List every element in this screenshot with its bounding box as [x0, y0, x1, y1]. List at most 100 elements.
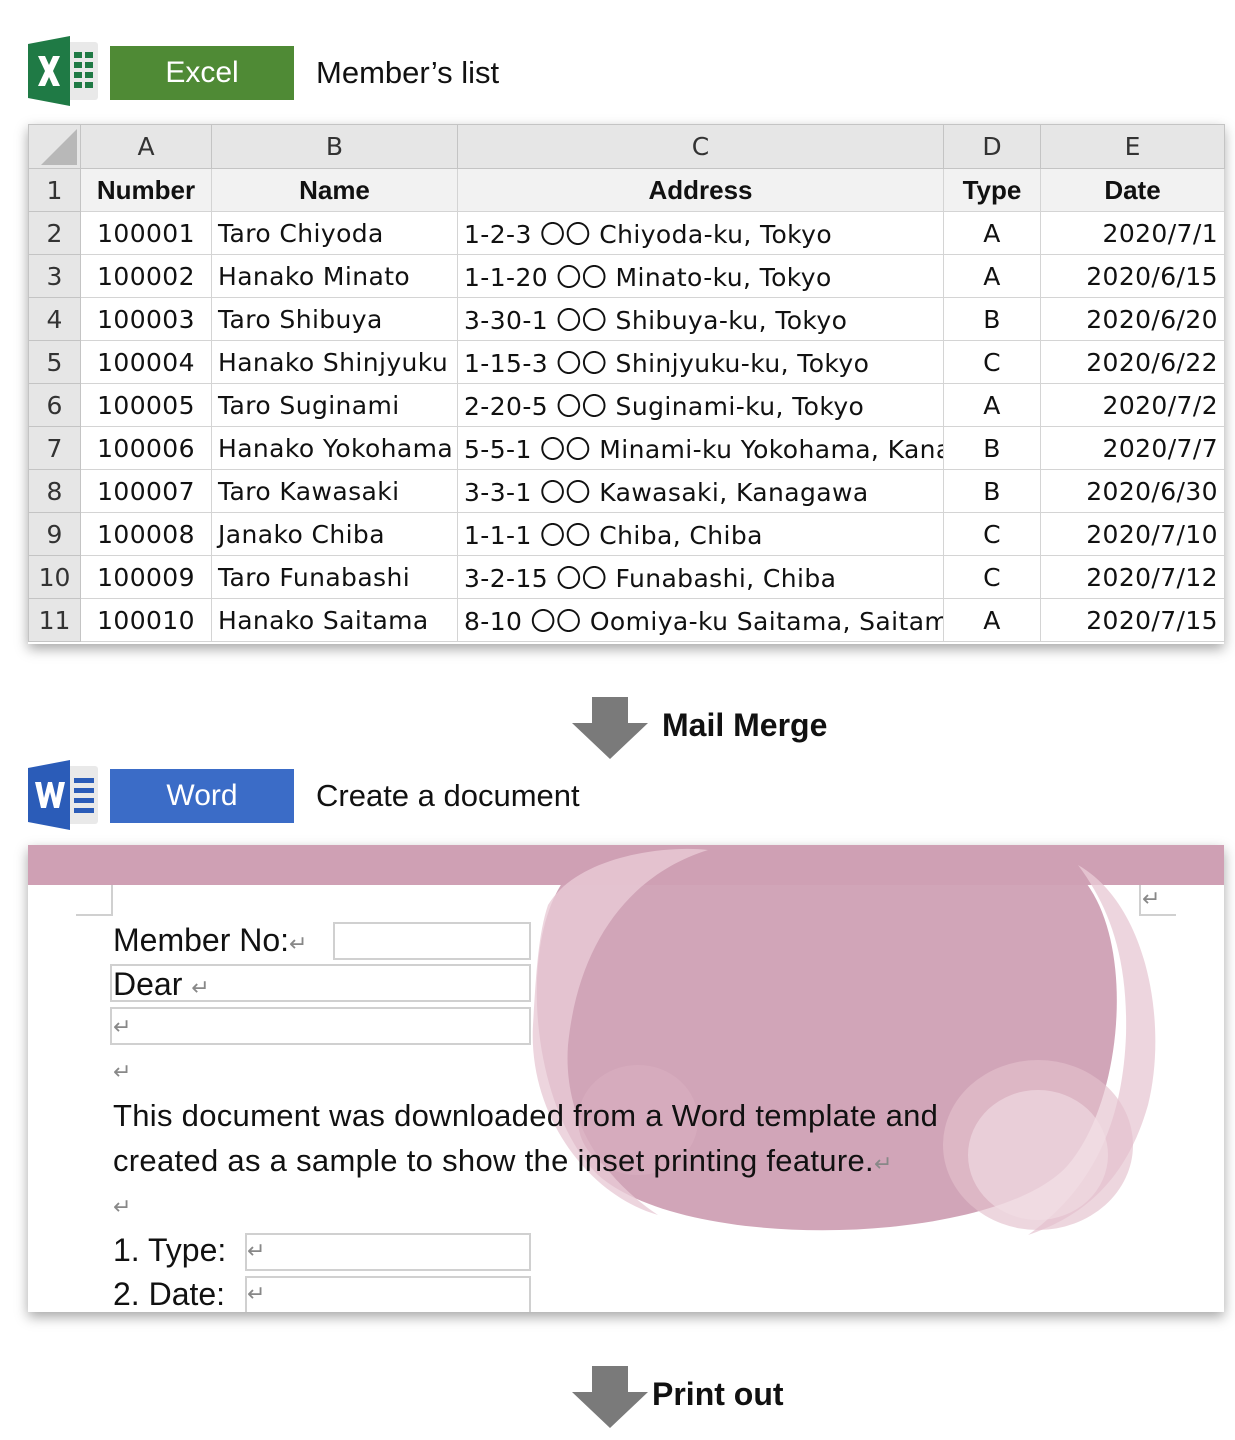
table-row: 5 100004 Hanako Shinjyuku 1-15-3 〇〇 Shinjyu… — [28, 340, 1225, 384]
cell-type[interactable]: A — [943, 211, 1041, 255]
row-header[interactable]: 8 — [28, 469, 81, 513]
cell-type[interactable]: B — [943, 426, 1041, 470]
cell-date[interactable]: 2020/6/15 — [1040, 254, 1225, 298]
cell-name[interactable]: Hanako Minato — [211, 254, 458, 298]
cell-name[interactable]: Taro Shibuya — [211, 297, 458, 341]
paragraph-mark: ↵ — [1142, 887, 1161, 912]
paragraph-mark: ↵ — [247, 1282, 266, 1307]
cell-number[interactable]: 100007 — [80, 469, 212, 513]
cell-name[interactable]: Janako Chiba — [211, 512, 458, 556]
cell-date[interactable]: 2020/7/7 — [1040, 426, 1225, 470]
cell-type[interactable]: A — [943, 383, 1041, 427]
table-row: 3 100002 Hanako Minato 1-1-20 〇〇 Minato-ku,… — [28, 254, 1225, 298]
cell-name[interactable]: Taro Chiyoda — [211, 211, 458, 255]
cell-date[interactable]: 2020/6/30 — [1040, 469, 1225, 513]
cell-address[interactable]: 3-3-1 〇〇 Kawasaki, Kanagawa — [457, 469, 944, 513]
cell-date[interactable]: 2020/7/2 — [1040, 383, 1225, 427]
cell-number[interactable]: 100001 — [80, 211, 212, 255]
cell-date[interactable]: 2020/7/12 — [1040, 555, 1225, 599]
table-row: 8 100007 Taro Kawasaki 3-3-1 〇〇 Kawasaki, K… — [28, 469, 1225, 513]
body-paragraph-line-2-text: created as a sample to show the inset pr… — [113, 1143, 874, 1178]
header-type[interactable]: Type — [943, 168, 1041, 212]
cell-name[interactable]: Taro Kawasaki — [211, 469, 458, 513]
cell-type[interactable]: B — [943, 297, 1041, 341]
word-caption: Create a document — [316, 778, 580, 813]
row-header[interactable]: 1 — [28, 168, 81, 212]
cell-type[interactable]: A — [943, 254, 1041, 298]
row-header[interactable]: 6 — [28, 383, 81, 427]
header-address[interactable]: Address — [457, 168, 944, 212]
cell-number[interactable]: 100006 — [80, 426, 212, 470]
cell-address[interactable]: 8-10 〇〇 Oomiya-ku Saitama, Saitama — [457, 598, 944, 642]
column-header-e[interactable]: E — [1040, 124, 1225, 169]
merge-field-member-no[interactable] — [333, 922, 531, 960]
select-all-corner[interactable] — [28, 124, 81, 169]
cell-address[interactable]: 3-30-1 〇〇 Shibuya-ku, Tokyo — [457, 297, 944, 341]
excel-tag: Excel — [110, 46, 294, 100]
excel-caption: Member’s list — [316, 55, 500, 90]
row-header[interactable]: 3 — [28, 254, 81, 298]
row-header[interactable]: 11 — [28, 598, 81, 642]
cell-date[interactable]: 2020/7/15 — [1040, 598, 1225, 642]
cell-number[interactable]: 100002 — [80, 254, 212, 298]
column-header-row: A B C D E — [28, 124, 1225, 169]
row-header[interactable]: 4 — [28, 297, 81, 341]
cell-address[interactable]: 1-1-1 〇〇 Chiba, Chiba — [457, 512, 944, 556]
cell-type[interactable]: B — [943, 469, 1041, 513]
word-tag: Word — [110, 769, 294, 823]
column-header-c[interactable]: C — [457, 124, 944, 169]
cell-address[interactable]: 1-1-20 〇〇 Minato-ku, Tokyo — [457, 254, 944, 298]
corner-triangle-icon — [41, 129, 77, 165]
header-name[interactable]: Name — [211, 168, 458, 212]
column-header-b[interactable]: B — [211, 124, 458, 169]
cell-date[interactable]: 2020/7/10 — [1040, 512, 1225, 556]
table-row: 11 100010 Hanako Saitama 8-10 〇〇 Oomiya-ku … — [28, 598, 1225, 642]
merge-field-type[interactable] — [245, 1233, 531, 1271]
cell-type[interactable]: C — [943, 340, 1041, 384]
member-no-label: Member No:↵ — [113, 922, 307, 959]
cell-name[interactable]: Taro Funabashi — [211, 555, 458, 599]
cell-number[interactable]: 100005 — [80, 383, 212, 427]
cell-date[interactable]: 2020/7/1 — [1040, 211, 1225, 255]
excel-icon — [28, 36, 100, 106]
cell-address[interactable]: 1-2-3 〇〇 Chiyoda-ku, Tokyo — [457, 211, 944, 255]
header-number[interactable]: Number — [80, 168, 212, 212]
header-date[interactable]: Date — [1040, 168, 1225, 212]
row-header[interactable]: 7 — [28, 426, 81, 470]
type-label: 1. Type: — [113, 1232, 227, 1268]
column-header-d[interactable]: D — [943, 124, 1041, 169]
row-header[interactable]: 9 — [28, 512, 81, 556]
cell-number[interactable]: 100010 — [80, 598, 212, 642]
cell-number[interactable]: 100003 — [80, 297, 212, 341]
brush-circle-decoration — [532, 845, 1156, 1235]
table-row: 2 100001 Taro Chiyoda 1-2-3 〇〇 Chiyoda-ku, … — [28, 211, 1225, 255]
cell-address[interactable]: 5-5-1 〇〇 Minami-ku Yokohama, Kana — [457, 426, 944, 470]
row-header[interactable]: 5 — [28, 340, 81, 384]
column-header-a[interactable]: A — [80, 124, 212, 169]
paragraph-mark: ↵ — [873, 1151, 893, 1176]
cell-number[interactable]: 100004 — [80, 340, 212, 384]
cell-name[interactable]: Hanako Saitama — [211, 598, 458, 642]
margin-corner-mark — [76, 885, 113, 916]
row-header[interactable]: 2 — [28, 211, 81, 255]
row-header[interactable]: 10 — [28, 555, 81, 599]
cell-date[interactable]: 2020/6/22 — [1040, 340, 1225, 384]
cell-date[interactable]: 2020/6/20 — [1040, 297, 1225, 341]
cell-address[interactable]: 2-20-5 〇〇 Suginami-ku, Tokyo — [457, 383, 944, 427]
cell-address[interactable]: 3-2-15 〇〇 Funabashi, Chiba — [457, 555, 944, 599]
cell-number[interactable]: 100008 — [80, 512, 212, 556]
cell-name[interactable]: Hanako Yokohama — [211, 426, 458, 470]
table-row: 10 100009 Taro Funabashi 3-2-15 〇〇 Funabash… — [28, 555, 1225, 599]
merge-field-address[interactable] — [110, 1007, 531, 1045]
cell-type[interactable]: C — [943, 512, 1041, 556]
cell-type[interactable]: A — [943, 598, 1041, 642]
cell-name[interactable]: Taro Suginami — [211, 383, 458, 427]
paragraph-mark: ↵ — [113, 1060, 132, 1085]
cell-name[interactable]: Hanako Shinjyuku — [211, 340, 458, 384]
field-header-row: 1 Number Name Address Type Date — [28, 168, 1225, 212]
merge-field-date[interactable] — [245, 1276, 531, 1312]
mail-merge-label: Mail Merge — [662, 707, 828, 743]
cell-number[interactable]: 100009 — [80, 555, 212, 599]
cell-address[interactable]: 1-15-3 〇〇 Shinjyuku-ku, Tokyo — [457, 340, 944, 384]
cell-type[interactable]: C — [943, 555, 1041, 599]
